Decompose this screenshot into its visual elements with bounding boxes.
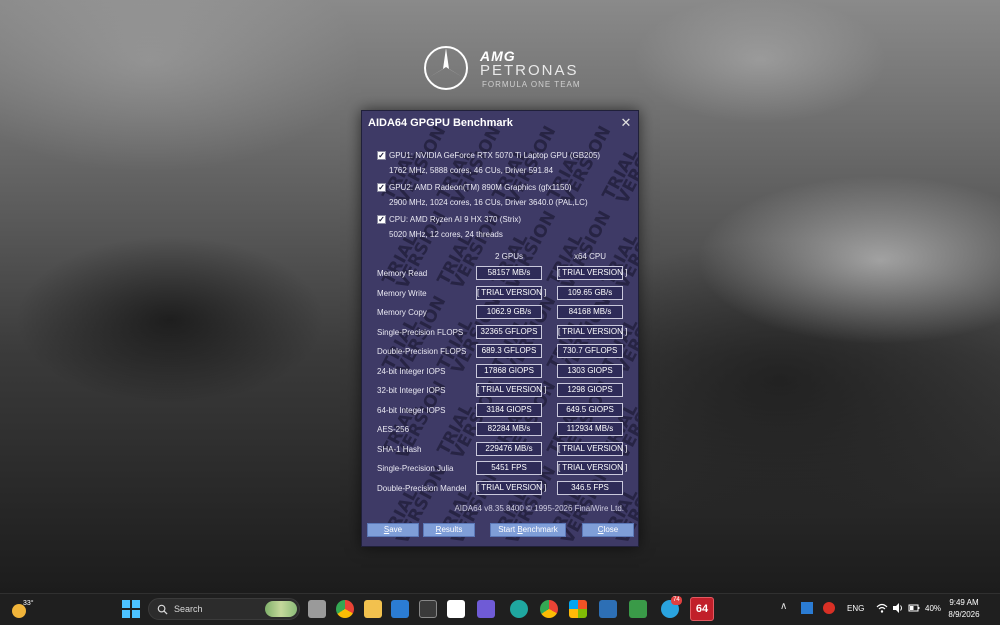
aida64-icon[interactable]: 64 (690, 597, 714, 621)
gpus-value: 689.3 GFLOPS (476, 344, 542, 358)
search-highlight-art (265, 601, 297, 617)
taskbar-search[interactable]: Search (148, 598, 300, 620)
column-header-cpu: x64 CPU (573, 252, 606, 261)
device-name: CPU: AMD Ryzen AI 9 HX 370 (Strix) (389, 215, 522, 224)
row-label: Double-Precision Mandel (377, 484, 467, 493)
tray-overflow-chevron-icon[interactable]: ∧ (780, 601, 787, 612)
cpu-value: 346.5 FPS (557, 481, 623, 495)
gpu1-checkbox[interactable]: ✓ (377, 151, 386, 160)
terminal-icon[interactable] (419, 600, 437, 618)
microsoft-store-icon[interactable] (569, 600, 587, 618)
title-bar[interactable]: AIDA64 GPGPU Benchmark ✕ (362, 111, 638, 135)
device-name: GPU1: NVIDIA GeForce RTX 5070 Ti Laptop … (389, 151, 601, 160)
cpu-value: 109.65 GB/s (557, 286, 623, 300)
row-label: Memory Write (377, 289, 427, 298)
clock-time[interactable]: 9:49 AM (938, 598, 990, 607)
chrome-icon[interactable] (336, 600, 354, 618)
arc-icon[interactable] (447, 600, 465, 618)
device-name: GPU2: AMD Radeon(TM) 890M Graphics (gfx1… (389, 183, 572, 192)
close-window-button[interactable]: ✕ (618, 115, 634, 131)
watermark-text: TRIAL (379, 315, 423, 373)
gpus-value: 5451 FPS (476, 461, 542, 475)
gpu2-checkbox[interactable]: ✓ (377, 183, 386, 192)
aida64-sensor-icon[interactable] (599, 600, 617, 618)
gpus-value: 82284 MB/s (476, 422, 542, 436)
petronas-wordmark: PETRONAS (480, 62, 579, 79)
mercedes-amg-petronas-logo: AMG PETRONAS FORMULA ONE TEAM (422, 44, 592, 94)
cpu-value: [ TRIAL VERSION ] (557, 325, 627, 339)
gpus-value: 58157 MB/s (476, 266, 542, 280)
weather-temperature: 33° (23, 600, 34, 607)
outlook-calendar-icon[interactable] (391, 600, 409, 618)
watermark-text: TRIAL (434, 315, 478, 373)
gpus-value: 17868 GIOPS (476, 364, 542, 378)
row-label: Single-Precision FLOPS (377, 328, 464, 337)
language-indicator[interactable]: ENG (847, 604, 864, 613)
cpu-checkbox[interactable]: ✓ (377, 215, 386, 224)
device-details: 2900 MHz, 1024 cores, 16 CUs, Driver 364… (389, 198, 588, 207)
watermark-text: VERSION (558, 123, 616, 208)
row-label: AES-256 (377, 425, 410, 434)
google-tray-icon[interactable] (823, 602, 835, 614)
formula-one-team-wordmark: FORMULA ONE TEAM (482, 80, 581, 89)
task-view-icon[interactable] (308, 600, 326, 618)
cpu-value: 730.7 GFLOPS (557, 344, 623, 358)
row-label: Single-Precision Julia (377, 464, 454, 473)
gpgpu-benchmark-window: TRIAL VERSION TRIAL VERSION TRIAL VERSION TRIA… (361, 110, 639, 547)
cpu-value: [ TRIAL VERSION ] (557, 461, 627, 475)
row-label: SHA-1 Hash (377, 445, 422, 454)
save-button[interactable]: Save (367, 523, 419, 537)
obsidian-icon[interactable] (477, 600, 495, 618)
row-label: 32-bit Integer IOPS (377, 386, 446, 395)
row-label: Memory Copy (377, 308, 427, 317)
device-details: 1762 MHz, 5888 cores, 46 CUs, Driver 591… (389, 166, 554, 175)
gpus-value: 229476 MB/s (476, 442, 542, 456)
row-label: Memory Read (377, 269, 428, 278)
battery-icon[interactable] (908, 602, 920, 614)
cpu-value: 112934 MB/s (557, 422, 623, 436)
wifi-icon[interactable] (876, 602, 888, 614)
results-button[interactable]: Results (423, 523, 475, 537)
gpus-value: 32365 GFLOPS (476, 325, 542, 339)
row-label: 64-bit Integer IOPS (377, 406, 446, 415)
gpus-value: 1062.9 GB/s (476, 305, 542, 319)
version-copyright: AIDA64 v8.35.8400 © 1995-2026 FinalWire … (454, 504, 624, 513)
edge-icon[interactable] (510, 600, 528, 618)
cpu-value: 1303 GIOPS (557, 364, 623, 378)
phone-link-icon[interactable] (629, 600, 647, 618)
cpu-value: 84168 MB/s (557, 305, 623, 319)
telegram-unread-badge: 74 (671, 596, 682, 605)
gpus-value: 3184 GIOPS (476, 403, 542, 417)
watermark-text: TRIAL (599, 145, 639, 203)
window-title: AIDA64 GPGPU Benchmark (368, 117, 513, 129)
volume-icon[interactable] (892, 602, 904, 614)
cpu-value: [ TRIAL VERSION ] (557, 266, 627, 280)
cpu-value: 1298 GIOPS (557, 383, 623, 397)
chrome-beta-icon[interactable] (540, 600, 558, 618)
search-placeholder: Search (174, 604, 203, 614)
start-button[interactable] (122, 600, 140, 618)
close-button[interactable]: Close (582, 523, 634, 537)
start-benchmark-button[interactable]: Start Benchmark (490, 523, 566, 537)
cpu-value: [ TRIAL VERSION ] (557, 442, 627, 456)
search-icon (157, 604, 168, 615)
column-header-gpus: 2 GPUs (494, 252, 523, 261)
file-explorer-icon[interactable] (364, 600, 382, 618)
row-label: Double-Precision FLOPS (377, 347, 467, 356)
gpus-value: [ TRIAL VERSION ] (476, 286, 546, 300)
tray-app-icon[interactable] (801, 602, 813, 614)
watermark-text: VERSION (613, 123, 639, 208)
mercedes-star-icon (424, 46, 468, 90)
clock-date[interactable]: 8/9/2026 (938, 610, 990, 619)
row-label: 24-bit Integer IOPS (377, 367, 446, 376)
gpus-value: [ TRIAL VERSION ] (476, 481, 546, 495)
cpu-value: 649.5 GIOPS (557, 403, 623, 417)
device-details: 5020 MHz, 12 cores, 24 threads (389, 230, 503, 239)
weather-widget[interactable]: 33° (12, 600, 36, 620)
telegram-icon[interactable]: 74 (661, 596, 682, 618)
gpus-value: [ TRIAL VERSION ] (476, 383, 546, 397)
